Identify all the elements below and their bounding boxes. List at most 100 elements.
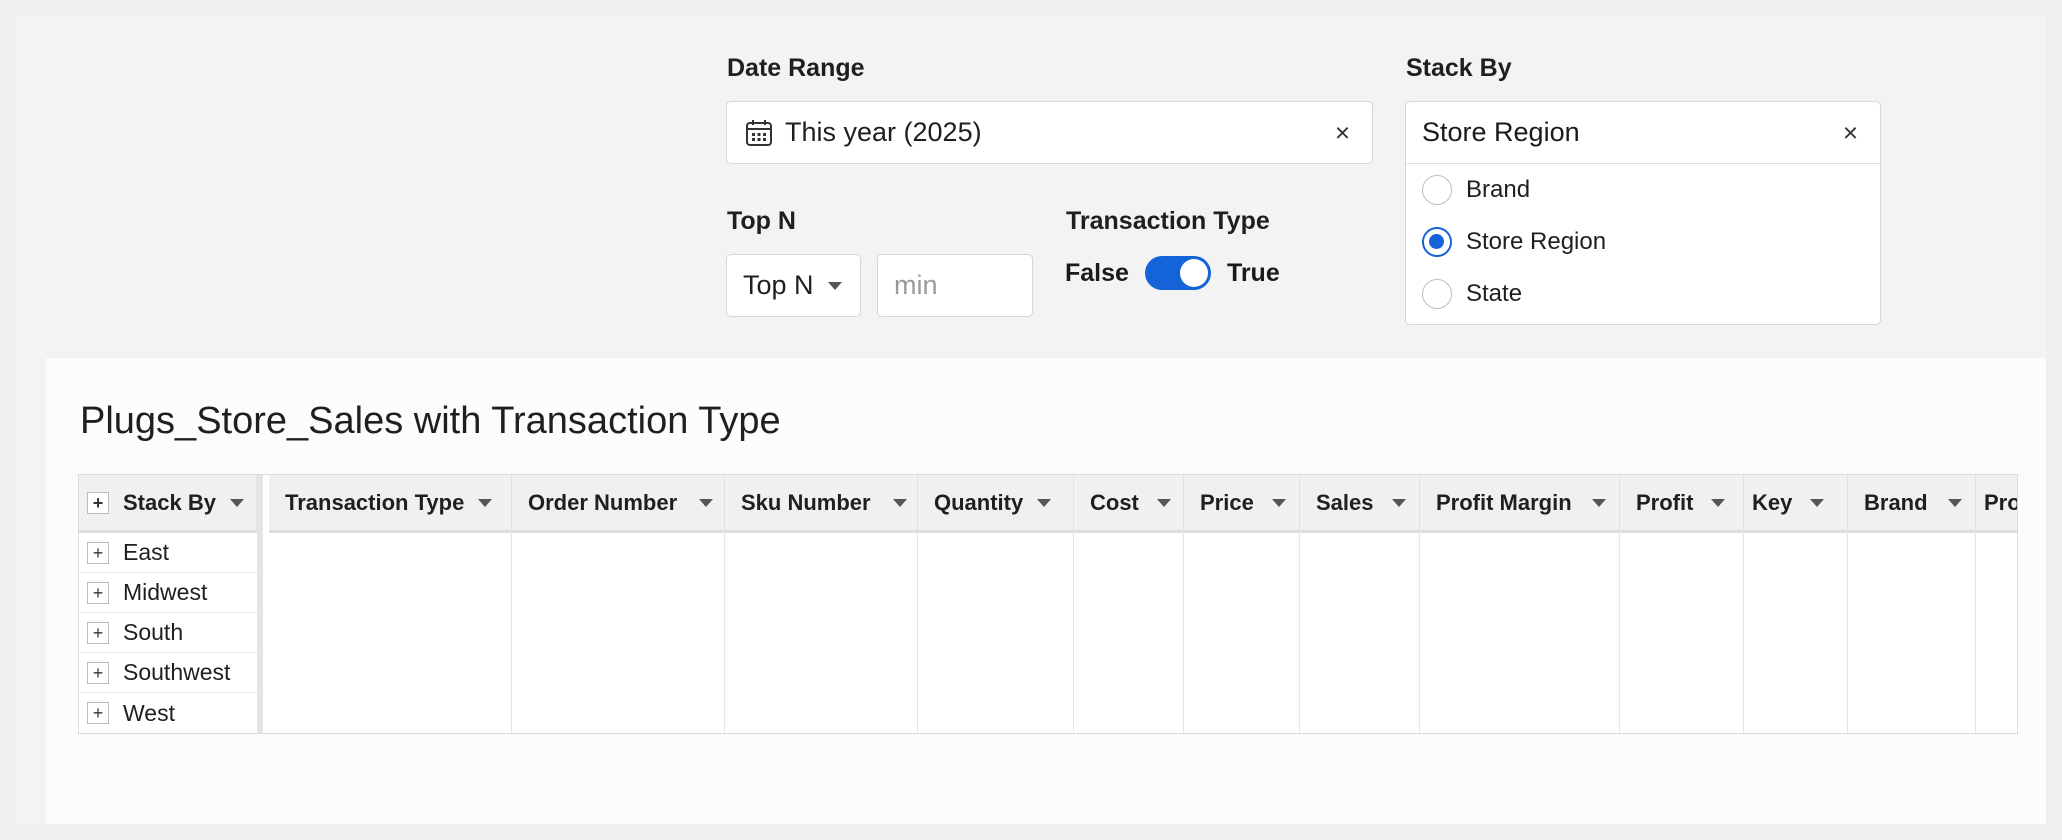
stack-by-dropdown: Store Region × Brand Store Region State xyxy=(1405,101,1881,325)
stack-by-option-state[interactable]: State xyxy=(1406,268,1880,320)
date-range-clear-icon[interactable]: × xyxy=(1335,117,1350,148)
column-header-profit[interactable]: Profit xyxy=(1620,475,1744,533)
column-header-profit-margin[interactable]: Profit Margin xyxy=(1420,475,1620,533)
toggle-false-label: False xyxy=(1065,258,1129,287)
stack-by-label: Stack By xyxy=(1406,54,1512,82)
chevron-down-icon[interactable] xyxy=(1711,498,1726,507)
stack-by-option-store-region[interactable]: Store Region xyxy=(1406,216,1880,268)
stack-by-field[interactable]: Store Region × xyxy=(1406,102,1880,164)
chevron-down-icon[interactable] xyxy=(892,498,907,507)
top-n-min-input[interactable]: min xyxy=(877,254,1033,317)
column-header-price[interactable]: Price xyxy=(1184,475,1300,533)
row-label: Southwest xyxy=(123,659,231,685)
row-header-column: + Stack By + East + Midwest + South + Southw… xyxy=(79,475,263,733)
row-label: West xyxy=(123,699,175,726)
radio-brand[interactable] xyxy=(1422,175,1452,205)
column-header-cost[interactable]: Cost xyxy=(1074,475,1184,533)
column-header-brand[interactable]: Brand xyxy=(1848,475,1976,533)
column-body xyxy=(918,533,1074,733)
table-row[interactable]: + South xyxy=(79,613,263,653)
expand-icon[interactable]: + xyxy=(87,661,109,684)
column-label: Sku Number xyxy=(741,489,871,515)
column-body xyxy=(1420,533,1620,733)
toggle-true-label: True xyxy=(1226,258,1280,287)
column-body xyxy=(1300,533,1420,733)
stack-by-value: Store Region xyxy=(1422,117,1580,147)
column-body xyxy=(1744,533,1848,733)
table-row[interactable]: + Midwest xyxy=(79,573,263,613)
table-title: Plugs_Store_Sales with Transaction Type xyxy=(80,400,781,442)
column-header-transaction-type[interactable]: Transaction Type xyxy=(269,475,512,533)
chevron-down-icon[interactable] xyxy=(1591,498,1606,507)
toggle-knob xyxy=(1179,259,1208,287)
calendar-icon xyxy=(746,119,772,146)
column-body xyxy=(725,533,918,733)
column-body xyxy=(512,533,725,733)
radio-store-region[interactable] xyxy=(1422,227,1452,257)
column-body xyxy=(1848,533,1976,733)
row-header-stack-by[interactable]: + Stack By xyxy=(79,475,257,533)
column-label: Pro xyxy=(1984,489,2018,515)
row-label: Midwest xyxy=(123,579,208,605)
column-label: Order Number xyxy=(528,489,678,515)
column-label: Profit xyxy=(1636,489,1694,515)
column-body xyxy=(1184,533,1300,733)
chevron-down-icon[interactable] xyxy=(1037,498,1052,507)
chevron-down-icon[interactable] xyxy=(478,498,493,507)
table-card: Plugs_Store_Sales with Transaction Type … xyxy=(46,358,2046,824)
chevron-down-icon[interactable] xyxy=(229,498,244,507)
expand-icon[interactable]: + xyxy=(87,621,109,644)
top-n-select[interactable]: Top N xyxy=(726,254,861,317)
chevron-down-icon[interactable] xyxy=(1947,498,1962,507)
option-label: State xyxy=(1466,280,1523,307)
chevron-down-icon[interactable] xyxy=(1271,498,1286,507)
column-label: Sales xyxy=(1316,489,1374,515)
transaction-type-toggle[interactable] xyxy=(1144,256,1211,290)
chevron-down-icon[interactable] xyxy=(1810,498,1825,507)
option-label: Store Region xyxy=(1466,228,1607,255)
option-label: Brand xyxy=(1466,176,1531,203)
column-body xyxy=(1074,533,1184,733)
table-row[interactable]: + West xyxy=(79,693,263,733)
table-row[interactable]: + East xyxy=(79,533,263,573)
column-label: Price xyxy=(1200,489,1254,515)
chevron-down-icon xyxy=(827,281,842,290)
chevron-down-icon[interactable] xyxy=(699,498,714,507)
expand-icon[interactable]: + xyxy=(87,491,109,514)
column-label: Brand xyxy=(1864,489,1928,515)
transaction-type-toggle-row: False True xyxy=(1065,256,1280,290)
column-label: Quantity xyxy=(934,489,1024,515)
expand-icon[interactable]: + xyxy=(87,541,109,564)
column-body xyxy=(1620,533,1744,733)
column-header-sales[interactable]: Sales xyxy=(1300,475,1420,533)
column-header-sku-number[interactable]: Sku Number xyxy=(725,475,918,533)
column-label: Profit Margin xyxy=(1436,489,1572,515)
transaction-type-label: Transaction Type xyxy=(1066,207,1270,235)
top-n-label: Top N xyxy=(727,207,796,235)
chevron-down-icon[interactable] xyxy=(1156,498,1171,507)
column-body xyxy=(269,533,512,733)
stack-by-option-brand[interactable]: Brand xyxy=(1406,164,1880,216)
column-label: Transaction Type xyxy=(285,489,465,515)
column-header-key[interactable]: Key xyxy=(1744,475,1848,533)
top-n-select-value: Top N xyxy=(743,270,814,300)
table-row[interactable]: + Southwest xyxy=(79,653,263,693)
date-range-field[interactable]: This year (2025) × xyxy=(726,101,1373,164)
row-label: East xyxy=(123,539,170,565)
column-label: Key xyxy=(1752,489,1793,515)
column-label: Cost xyxy=(1090,489,1139,515)
column-header-pro[interactable]: Pro xyxy=(1976,475,2018,533)
row-label: South xyxy=(123,619,184,645)
expand-icon[interactable]: + xyxy=(87,702,109,724)
pivot-table: + Stack By + East + Midwest + South + Southw… xyxy=(78,474,2018,734)
expand-icon[interactable]: + xyxy=(87,581,109,604)
stack-by-clear-icon[interactable]: × xyxy=(1843,117,1858,148)
top-n-min-placeholder: min xyxy=(894,270,938,300)
column-header-quantity[interactable]: Quantity xyxy=(918,475,1074,533)
date-range-label: Date Range xyxy=(727,54,865,82)
row-header-label: Stack By xyxy=(123,489,216,515)
chevron-down-icon[interactable] xyxy=(1391,498,1406,507)
radio-state[interactable] xyxy=(1422,279,1452,309)
column-header-order-number[interactable]: Order Number xyxy=(512,475,725,533)
date-range-value: This year (2025) xyxy=(785,117,982,147)
